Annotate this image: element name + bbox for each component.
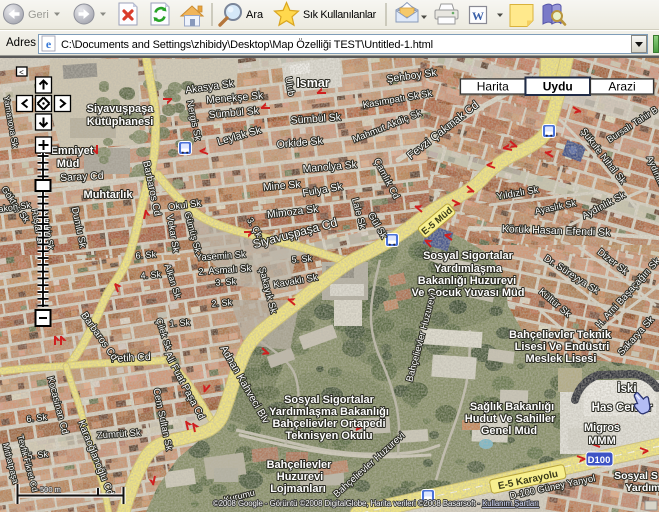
- svg-text:Ara: Ara: [246, 9, 264, 21]
- svg-text:W: W: [472, 9, 484, 23]
- svg-text:e: e: [46, 37, 52, 51]
- svg-text:Sık Kullanılanlar: Sık Kullanılanlar: [303, 9, 377, 21]
- svg-text:Geri: Geri: [28, 9, 49, 21]
